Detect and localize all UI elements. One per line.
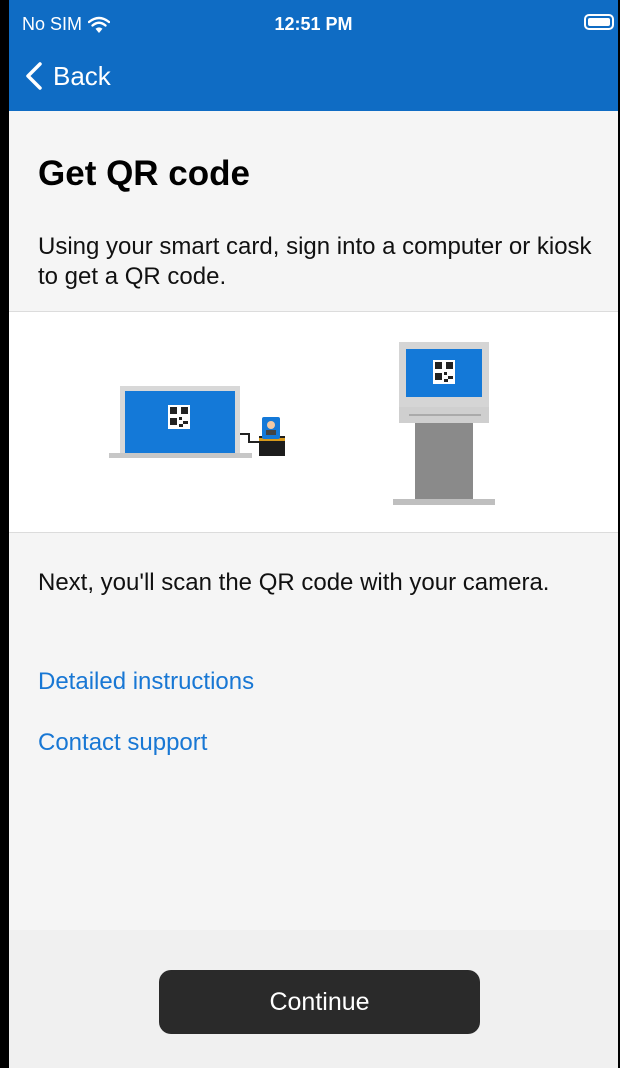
app-screen: No SIM 12:51 PM Back Get QR code Using y…: [0, 0, 620, 1068]
smart-card-reader-illustration: [259, 417, 285, 456]
qr-code-illustration: [9, 311, 618, 533]
footer: Continue: [9, 930, 618, 1068]
contact-support-link[interactable]: Contact support: [38, 729, 207, 757]
status-bar: No SIM 12:51 PM: [9, 0, 618, 48]
intro-text: Using your smart card, sign into a compu…: [38, 233, 592, 290]
header: No SIM 12:51 PM Back: [9, 0, 618, 111]
chevron-left-icon: [26, 62, 42, 90]
back-label: Back: [53, 60, 111, 91]
detailed-instructions-link[interactable]: Detailed instructions: [38, 668, 254, 696]
next-step-text: Next, you'll scan the QR code with your …: [38, 569, 550, 596]
status-time: 12:51 PM: [274, 14, 353, 34]
qr-code-icon: [433, 360, 455, 384]
qr-code-icon: [168, 405, 190, 429]
laptop-illustration: [109, 386, 252, 458]
back-button[interactable]: Back: [25, 58, 111, 94]
illustration-graphic: [109, 342, 495, 505]
page-title: Get QR code: [38, 154, 250, 193]
continue-button[interactable]: Continue: [159, 970, 480, 1034]
kiosk-illustration: [393, 342, 495, 505]
battery-icon: [584, 14, 614, 30]
